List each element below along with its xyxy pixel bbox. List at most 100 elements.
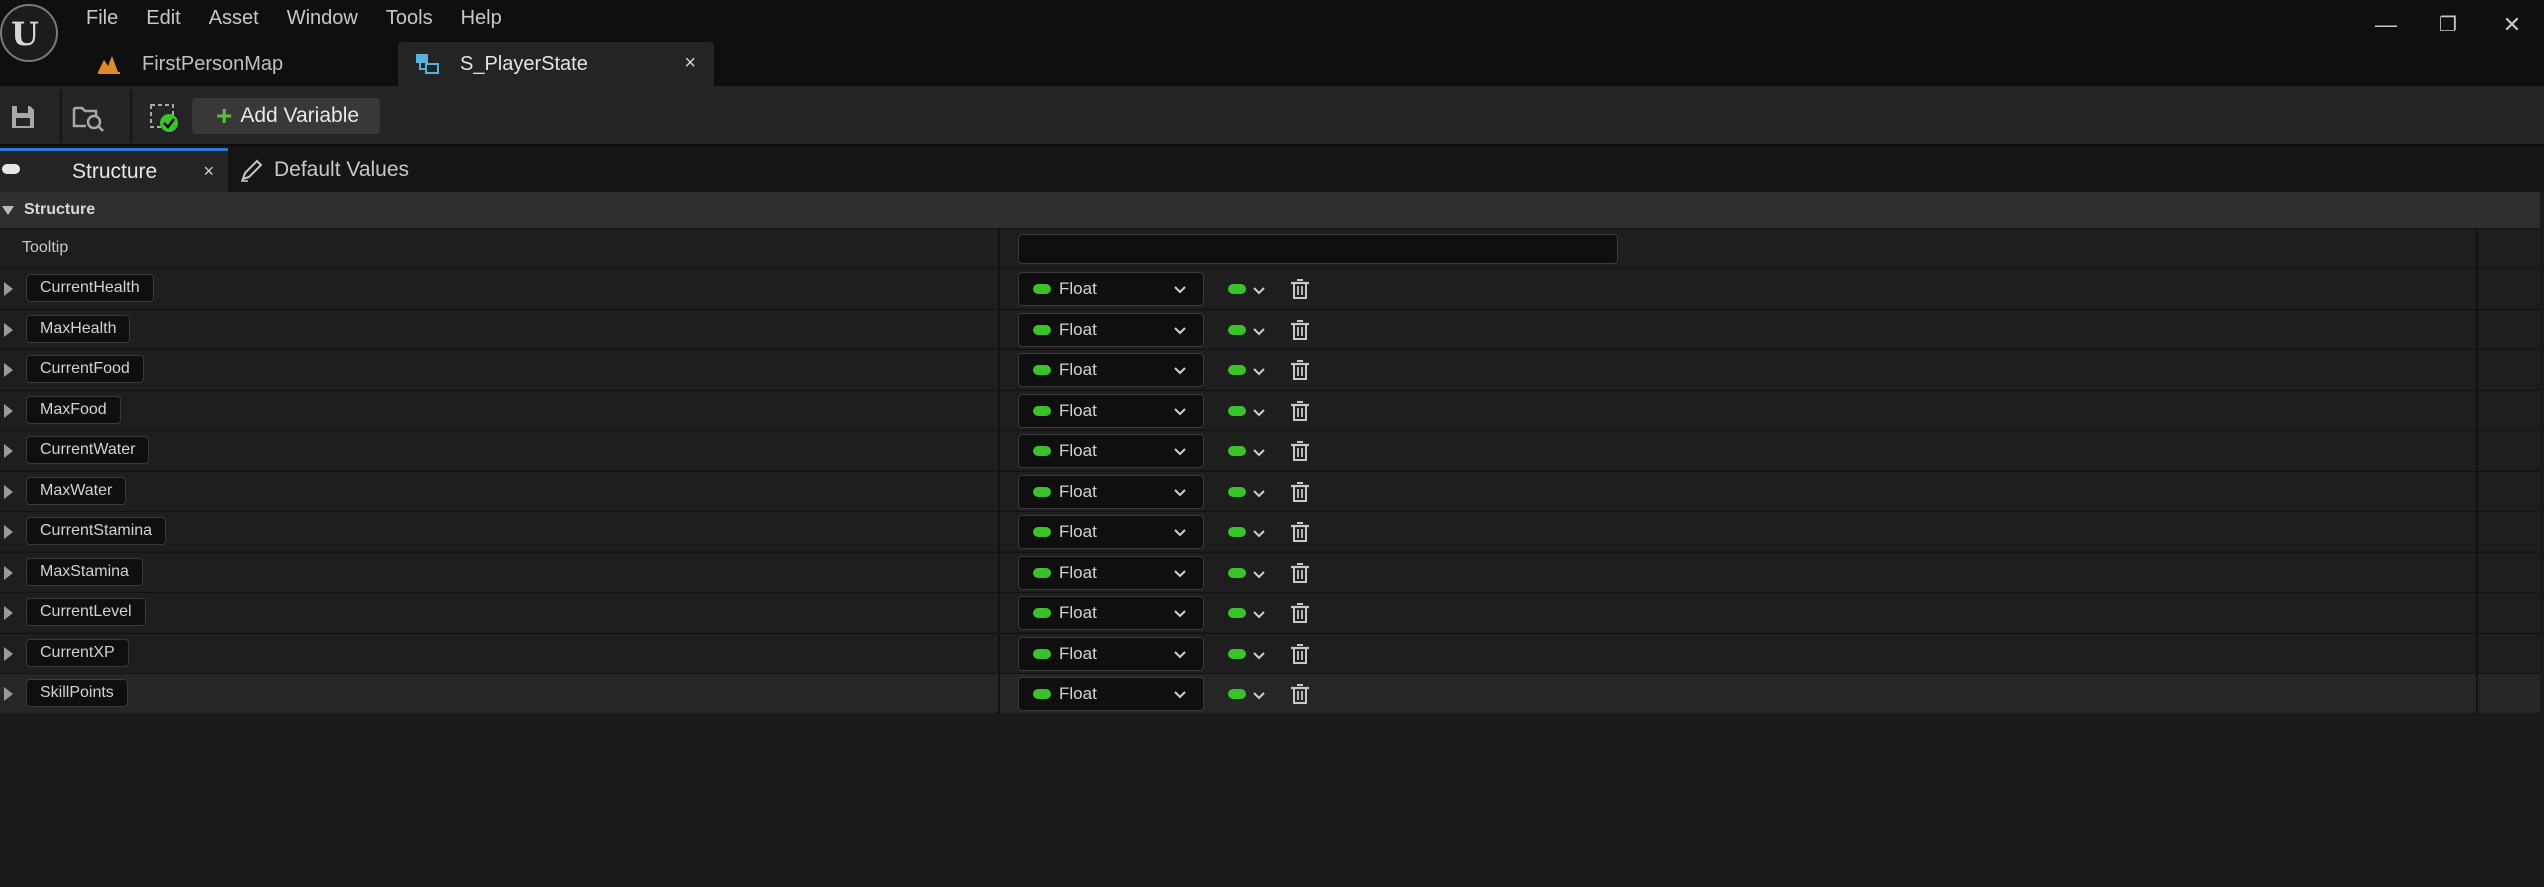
tooltip-input[interactable] — [1018, 234, 1618, 264]
expand-arrow-icon[interactable] — [4, 282, 13, 296]
container-type-pill-icon[interactable] — [1228, 689, 1246, 699]
menu-asset[interactable]: Asset — [195, 4, 273, 32]
minimize-button[interactable]: — — [2366, 8, 2406, 42]
variable-type-dropdown[interactable]: Float — [1018, 636, 1204, 671]
container-type-chevron-icon[interactable] — [1252, 525, 1266, 539]
close-tab-icon[interactable]: × — [684, 52, 696, 75]
variable-name-field[interactable]: CurrentWater — [26, 436, 150, 464]
expand-arrow-icon[interactable] — [4, 403, 13, 418]
float-pin-icon — [1033, 284, 1051, 294]
variable-type-dropdown[interactable]: Float — [1018, 515, 1204, 549]
close-panel-tab-icon[interactable]: × — [203, 161, 214, 182]
save-icon[interactable] — [8, 102, 38, 132]
variable-type-label: Float — [1059, 400, 1097, 420]
container-type-pill-icon[interactable] — [1228, 648, 1246, 659]
delete-trash-icon[interactable] — [1290, 643, 1310, 665]
chevron-down-icon — [1173, 484, 1187, 498]
delete-trash-icon[interactable] — [1290, 481, 1310, 503]
variable-name-field[interactable]: SkillPoints — [26, 679, 128, 707]
variable-row: MaxWater Float — [0, 470, 2540, 512]
menu-file[interactable]: File — [72, 4, 132, 32]
container-type-chevron-icon[interactable] — [1252, 647, 1266, 661]
delete-trash-icon[interactable] — [1290, 319, 1310, 341]
variable-type-dropdown[interactable]: Float — [1018, 555, 1204, 590]
chevron-down-icon — [1173, 605, 1187, 619]
expand-arrow-icon[interactable] — [4, 444, 13, 458]
container-type-pill-icon[interactable] — [1228, 486, 1246, 497]
add-variable-button[interactable]: + Add Variable — [192, 98, 380, 134]
variable-type-dropdown[interactable]: Float — [1018, 393, 1204, 428]
container-type-pill-icon[interactable] — [1228, 324, 1246, 335]
browse-asset-icon[interactable] — [72, 102, 104, 132]
menu-edit[interactable]: Edit — [132, 4, 194, 32]
variable-name-field[interactable]: MaxHealth — [26, 314, 131, 343]
variable-name-field[interactable]: CurrentFood — [26, 355, 144, 383]
container-type-pill-icon[interactable] — [1228, 446, 1246, 456]
close-window-button[interactable]: ✕ — [2492, 8, 2532, 42]
expand-arrow-icon[interactable] — [4, 687, 13, 701]
delete-trash-icon[interactable] — [1290, 683, 1310, 705]
category-header-structure[interactable]: Structure — [0, 192, 2540, 228]
variable-type-dropdown[interactable]: Float — [1018, 312, 1204, 347]
variable-name-field[interactable]: MaxWater — [26, 476, 127, 505]
container-type-pill-icon[interactable] — [1228, 405, 1246, 416]
menu-help[interactable]: Help — [447, 4, 516, 32]
delete-trash-icon[interactable] — [1290, 440, 1310, 462]
variable-type-dropdown[interactable]: Float — [1018, 474, 1204, 509]
tab-label: Structure — [72, 159, 158, 183]
tab-default-values[interactable]: Default Values — [238, 148, 438, 192]
container-type-chevron-icon[interactable] — [1252, 444, 1266, 458]
container-type-pill-icon[interactable] — [1228, 608, 1246, 618]
edit-pencil-icon — [240, 158, 264, 182]
container-type-chevron-icon[interactable] — [1252, 363, 1266, 377]
container-type-pill-icon[interactable] — [1228, 284, 1246, 294]
expand-arrow-icon[interactable] — [4, 484, 13, 499]
delete-trash-icon[interactable] — [1290, 359, 1310, 381]
expand-arrow-icon[interactable] — [4, 525, 13, 539]
variable-type-dropdown[interactable]: Float — [1018, 677, 1204, 711]
restore-button[interactable]: ❐ — [2428, 8, 2468, 42]
doc-tab-s-playerstate[interactable]: S_PlayerState × — [398, 42, 714, 86]
variable-name-field[interactable]: MaxFood — [26, 395, 121, 424]
variable-row: CurrentXP Float — [0, 632, 2540, 674]
container-type-chevron-icon[interactable] — [1252, 323, 1266, 337]
variable-type-dropdown[interactable]: Float — [1018, 596, 1204, 630]
collapse-arrow-icon[interactable] — [2, 205, 14, 215]
container-type-chevron-icon[interactable] — [1252, 404, 1266, 418]
expand-arrow-icon[interactable] — [4, 646, 13, 661]
container-type-chevron-icon[interactable] — [1252, 606, 1266, 620]
expand-arrow-icon[interactable] — [4, 363, 13, 377]
menu-window[interactable]: Window — [273, 4, 372, 32]
variable-name-field[interactable]: MaxStamina — [26, 557, 143, 586]
validate-icon[interactable] — [148, 102, 178, 132]
delete-trash-icon[interactable] — [1290, 400, 1310, 422]
container-type-chevron-icon[interactable] — [1252, 687, 1266, 701]
add-variable-label: Add Variable — [240, 104, 360, 127]
doc-tab-firstpersonmap[interactable]: FirstPersonMap — [80, 42, 396, 86]
delete-trash-icon[interactable] — [1290, 278, 1310, 300]
variable-name-field[interactable]: CurrentXP — [26, 638, 129, 667]
variable-name-field[interactable]: CurrentLevel — [26, 598, 146, 626]
container-type-pill-icon[interactable] — [1228, 527, 1246, 537]
expand-arrow-icon[interactable] — [4, 565, 13, 580]
tab-structure[interactable]: Structure × — [0, 148, 228, 192]
variable-type-dropdown[interactable]: Float — [1018, 272, 1204, 306]
variable-type-dropdown[interactable]: Float — [1018, 353, 1204, 387]
container-type-chevron-icon[interactable] — [1252, 566, 1266, 580]
variable-name-field[interactable]: CurrentHealth — [26, 274, 154, 302]
expand-arrow-icon[interactable] — [4, 606, 13, 620]
menu-tools[interactable]: Tools — [372, 4, 447, 32]
container-type-chevron-icon[interactable] — [1252, 485, 1266, 499]
variable-type-dropdown[interactable]: Float — [1018, 434, 1204, 468]
container-type-pill-icon[interactable] — [1228, 567, 1246, 578]
delete-trash-icon[interactable] — [1290, 602, 1310, 624]
container-type-chevron-icon[interactable] — [1252, 282, 1266, 296]
float-pin-icon — [1033, 324, 1051, 335]
container-type-pill-icon[interactable] — [1228, 365, 1246, 375]
expand-arrow-icon[interactable] — [4, 322, 13, 337]
variable-type-label: Float — [1059, 562, 1097, 582]
variable-name-field[interactable]: CurrentStamina — [26, 517, 167, 545]
delete-trash-icon[interactable] — [1290, 562, 1310, 584]
delete-trash-icon[interactable] — [1290, 521, 1310, 543]
unreal-logo[interactable]: U — [0, 4, 58, 62]
